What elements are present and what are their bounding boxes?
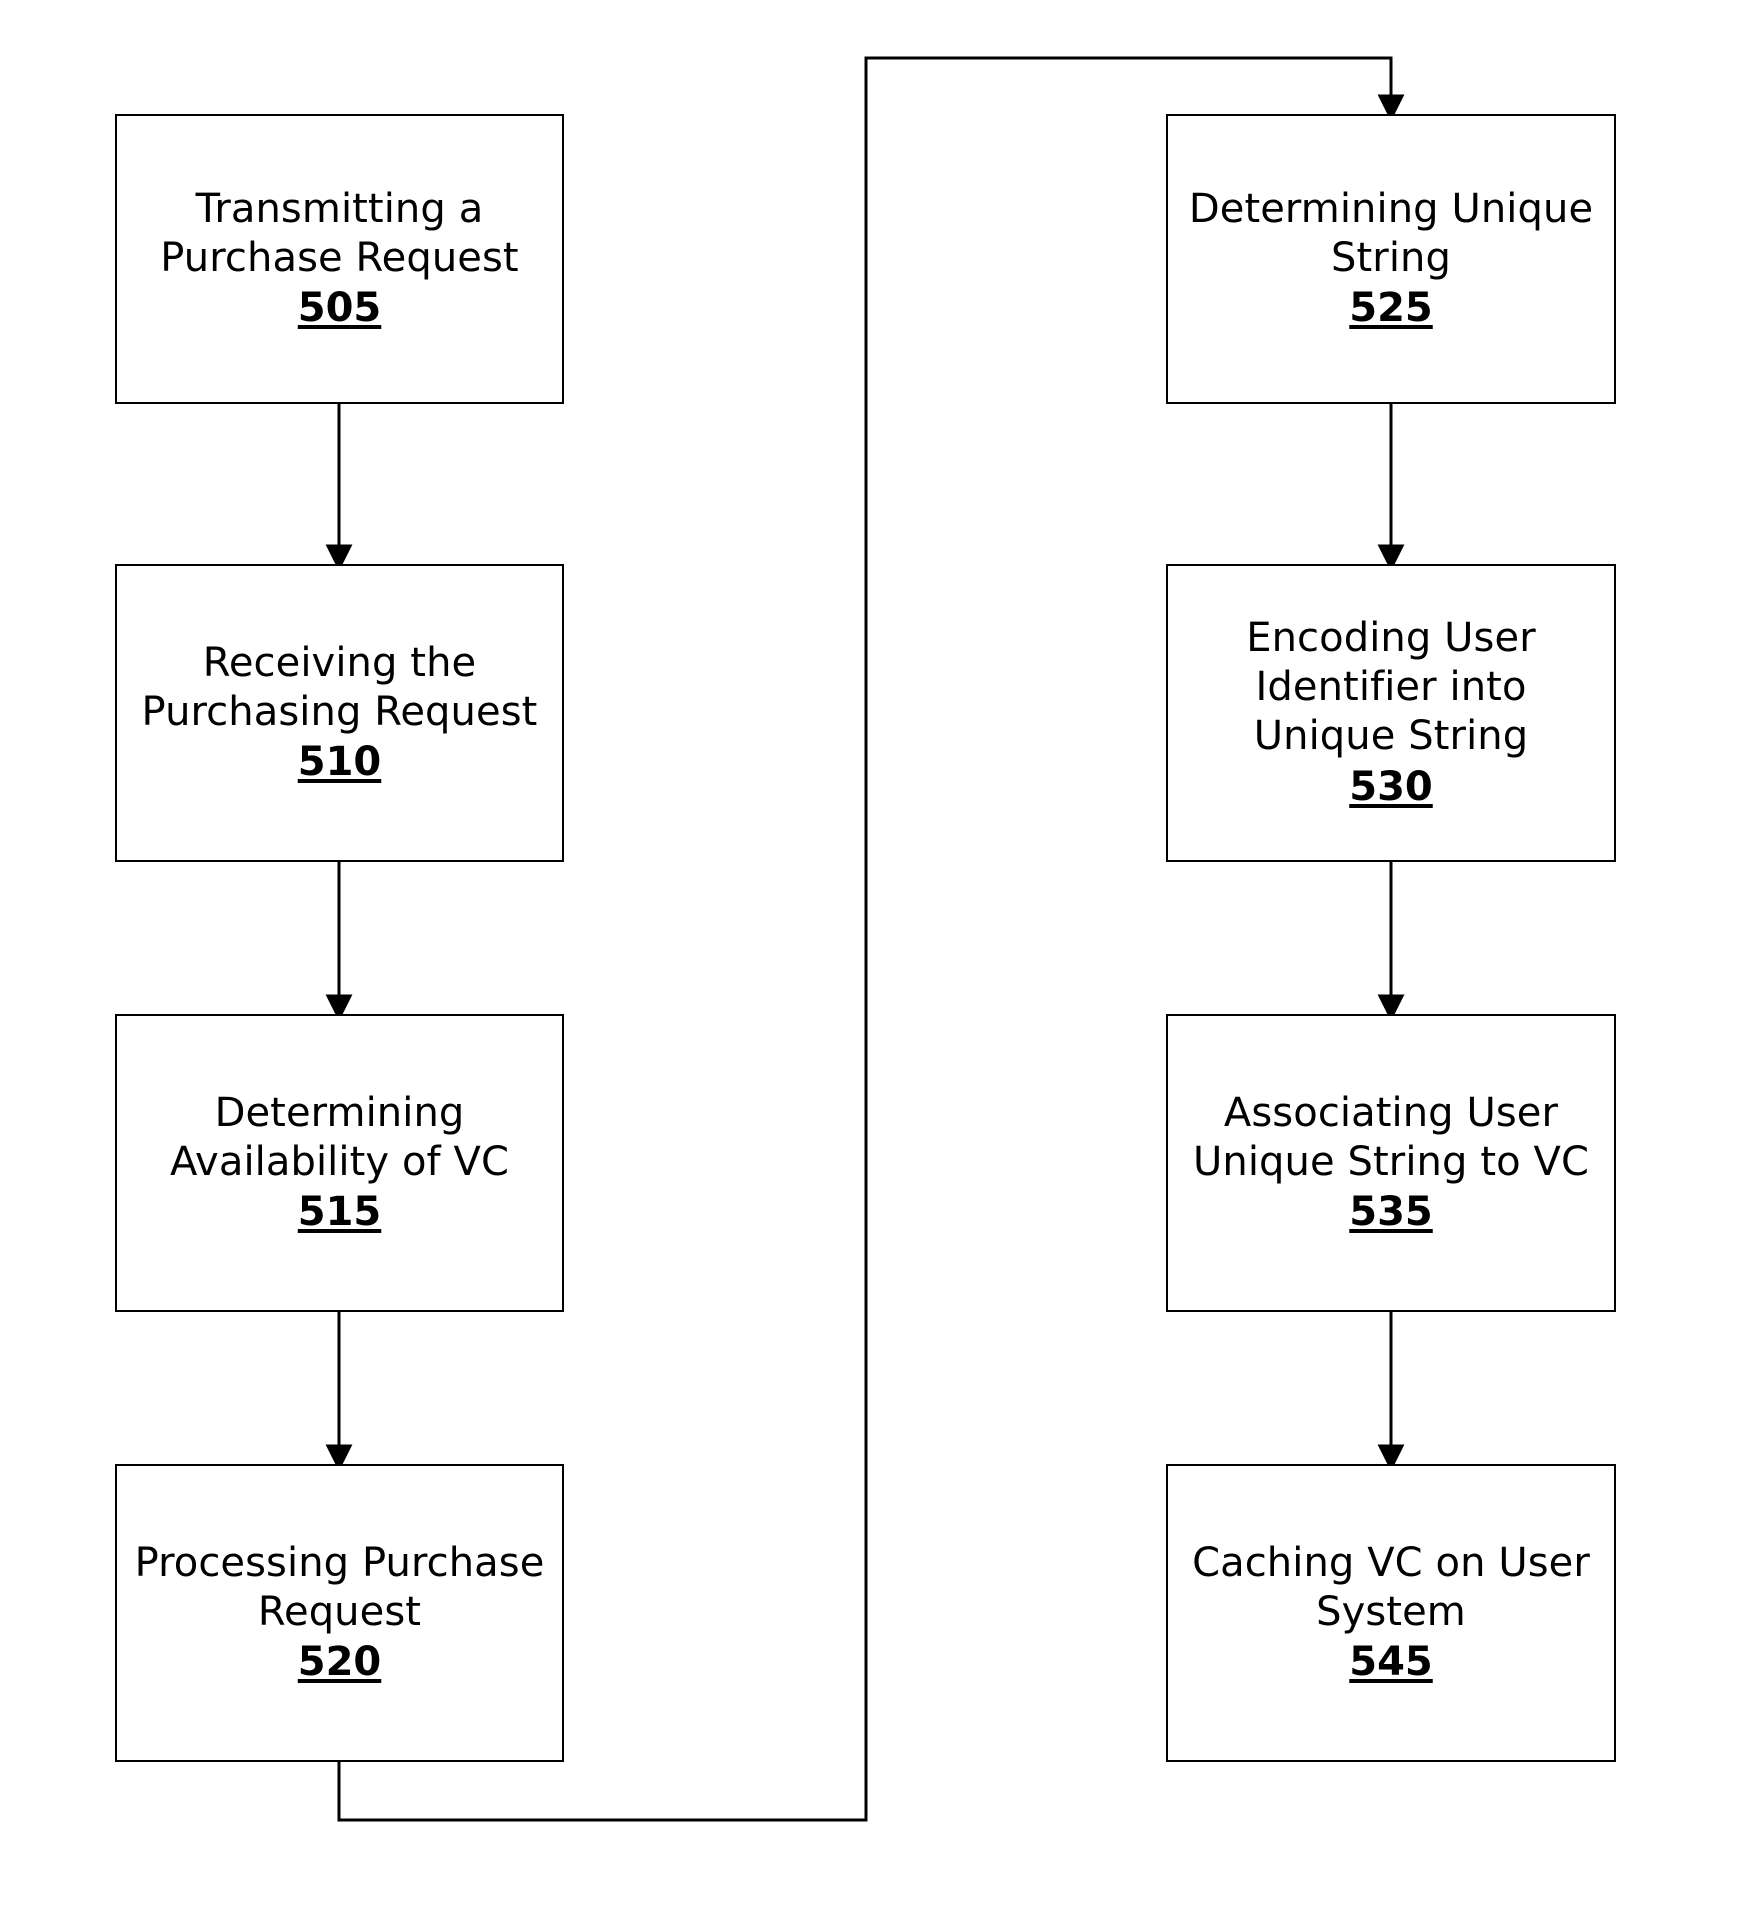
process-node-515-reference: 515 bbox=[297, 1189, 382, 1236]
process-node-520-label: Processing Purchase Request bbox=[134, 1539, 545, 1635]
process-node-510[interactable]: Receiving the Purchasing Request 510 bbox=[115, 564, 564, 862]
process-node-525-label: Determining Unique String bbox=[1188, 185, 1594, 281]
process-node-510-label: Receiving the Purchasing Request bbox=[141, 639, 538, 735]
process-node-515[interactable]: Determining Availability of VC 515 bbox=[115, 1014, 564, 1312]
process-node-505[interactable]: Transmitting a Purchase Request 505 bbox=[115, 114, 564, 404]
process-node-510-reference: 510 bbox=[297, 739, 382, 786]
process-node-520-reference: 520 bbox=[297, 1639, 382, 1686]
process-node-505-reference: 505 bbox=[297, 285, 382, 332]
process-node-505-label: Transmitting a Purchase Request bbox=[160, 185, 519, 281]
process-node-545-label: Caching VC on User System bbox=[1192, 1539, 1590, 1635]
process-node-545-reference: 545 bbox=[1349, 1639, 1433, 1686]
process-node-545[interactable]: Caching VC on User System 545 bbox=[1166, 1464, 1616, 1762]
process-node-535-label: Associating User Unique String to VC bbox=[1193, 1089, 1589, 1185]
flowchart-canvas: Transmitting a Purchase Request 505 Rece… bbox=[0, 0, 1744, 1907]
process-node-520[interactable]: Processing Purchase Request 520 bbox=[115, 1464, 564, 1762]
process-node-525[interactable]: Determining Unique String 525 bbox=[1166, 114, 1616, 404]
process-node-530[interactable]: Encoding User Identifier into Unique Str… bbox=[1166, 564, 1616, 862]
process-node-530-label: Encoding User Identifier into Unique Str… bbox=[1246, 615, 1536, 759]
process-node-515-label: Determining Availability of VC bbox=[169, 1089, 510, 1185]
process-node-525-reference: 525 bbox=[1349, 285, 1433, 332]
process-node-530-reference: 530 bbox=[1349, 763, 1433, 810]
process-node-535[interactable]: Associating User Unique String to VC 535 bbox=[1166, 1014, 1616, 1312]
process-node-535-reference: 535 bbox=[1349, 1189, 1433, 1236]
